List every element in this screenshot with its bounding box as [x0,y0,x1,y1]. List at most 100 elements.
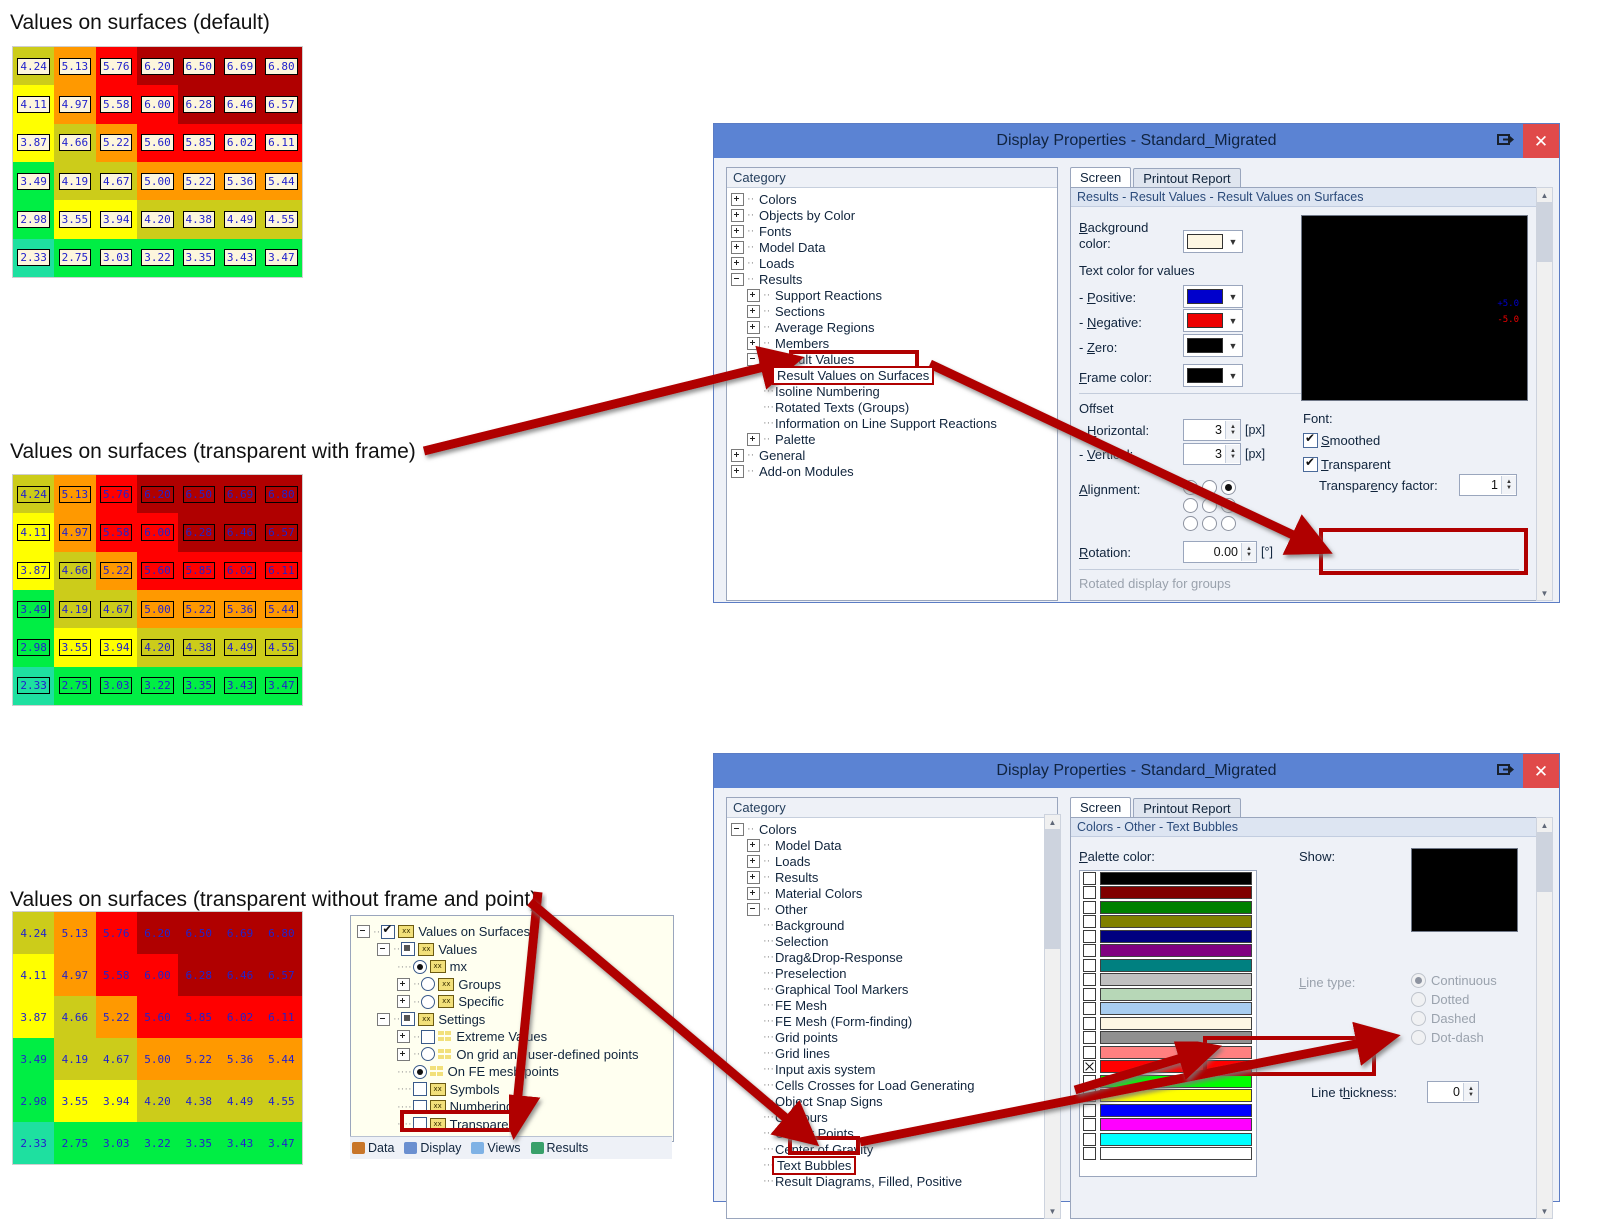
palette-row[interactable] [1080,1103,1256,1118]
palette-checkbox[interactable] [1083,901,1096,914]
tree-item[interactable]: ···Contours [731,1109,1057,1125]
navigator-row[interactable]: ··Extreme Values [357,1028,673,1046]
palette-swatch[interactable] [1100,886,1252,899]
tree-item[interactable]: ···Grid lines [731,1045,1057,1061]
tree-item[interactable]: ···Result Diagrams, Filled, Positive [731,1173,1057,1189]
palette-row[interactable] [1080,871,1256,886]
scrollbar-thumb[interactable] [1537,832,1552,892]
navigator-row[interactable]: ····xxSymbols [357,1081,673,1099]
expand-icon[interactable] [397,1048,410,1061]
alignment-radio-tr[interactable] [1221,480,1236,495]
palette-row[interactable] [1080,1118,1256,1133]
spinner-arrows-icon[interactable]: ▲▼ [1501,476,1516,494]
line-type-radio-continuous[interactable] [1411,973,1426,988]
tree-item[interactable]: ···Preselection [731,965,1057,981]
palette-checkbox[interactable] [1083,1002,1096,1015]
tree-item[interactable]: ··Colors [731,191,1057,207]
navigator-row[interactable]: ····xxmx [357,958,673,976]
tree-item[interactable]: ···Selection [731,933,1057,949]
palette-swatch[interactable] [1100,1089,1252,1102]
navigator-tab-data[interactable]: Data [350,1141,402,1155]
palette-checkbox[interactable] [1083,959,1096,972]
palette-checkbox[interactable] [1083,1060,1096,1073]
dialog1-panel-scrollbar[interactable]: ▲ ▼ [1536,187,1553,601]
tree-item[interactable]: ··Sections [731,303,1057,319]
palette-checkbox[interactable] [1083,930,1096,943]
expand-icon[interactable] [731,465,744,478]
tree-item[interactable]: ···Grid points [731,1029,1057,1045]
spinner-arrows-icon[interactable]: ▲▼ [1225,445,1240,463]
tree-item[interactable]: ···Center Points [731,1125,1057,1141]
expand-icon[interactable] [731,241,744,254]
collapse-icon[interactable] [747,353,760,366]
palette-row[interactable] [1080,929,1256,944]
restore-icon[interactable] [1497,132,1515,148]
tree-item[interactable]: ··Results [731,271,1057,287]
collapse-icon[interactable] [377,1013,390,1026]
palette-swatch[interactable] [1100,1118,1252,1131]
scrollbar-thumb[interactable] [1537,202,1552,262]
chevron-down-icon[interactable]: ▼ [1224,287,1242,306]
navigator-radio[interactable] [413,1065,427,1079]
expand-icon[interactable] [747,855,760,868]
background-color-combo[interactable]: ▼ [1183,230,1243,253]
spinner-arrows-icon[interactable]: ▲▼ [1225,421,1240,439]
palette-swatch[interactable] [1100,915,1252,928]
palette-row[interactable] [1080,987,1256,1002]
dialog2-panel-scrollbar[interactable]: ▲ ▼ [1536,817,1553,1219]
palette-checkbox[interactable] [1083,988,1096,1001]
tree-item[interactable]: ···Drag&Drop-Response [731,949,1057,965]
palette-swatch[interactable] [1100,930,1252,943]
dialog2-titlebar[interactable]: Display Properties - Standard_Migrated ✕ [714,754,1559,788]
line-type-radio-dot-dash[interactable] [1411,1030,1426,1045]
tree-item[interactable]: ··Model Data [731,837,1057,853]
dialog2-category-tree[interactable]: ··Colors··Model Data··Loads··Results··Ma… [727,818,1057,1189]
expand-icon[interactable] [731,449,744,462]
palette-swatch[interactable] [1100,1017,1252,1030]
spinner-arrows-icon[interactable]: ▲▼ [1241,543,1256,561]
tree-item[interactable]: ··Average Regions [731,319,1057,335]
navigator-row[interactable]: ··xxSettings [357,1011,673,1029]
palette-checkbox[interactable] [1083,1031,1096,1044]
restore-icon[interactable] [1497,762,1515,778]
chevron-down-icon[interactable]: ▼ [1224,366,1242,385]
tree-item[interactable]: ··Objects by Color [731,207,1057,223]
palette-swatch[interactable] [1100,988,1252,1001]
palette-row[interactable] [1080,1147,1256,1162]
expand-icon[interactable] [731,225,744,238]
navigator-radio[interactable] [421,1047,435,1061]
tree-item[interactable]: ··General [731,447,1057,463]
tree-item[interactable]: ··Loads [731,255,1057,271]
navigator-row[interactable]: ··xxSpecific [357,993,673,1011]
tree-item[interactable]: ··Support Reactions [731,287,1057,303]
navigator-row[interactable]: ··On grid and user-defined points [357,1046,673,1064]
palette-checkbox[interactable] [1083,973,1096,986]
palette-row[interactable] [1080,1132,1256,1147]
tree-item[interactable]: ··Results [731,869,1057,885]
alignment-radio-mc[interactable] [1202,498,1217,513]
alignment-radio-ml[interactable] [1183,498,1198,513]
navigator-row[interactable]: ··xxValues on Surfaces [357,923,673,941]
alignment-radio-tl[interactable] [1183,480,1198,495]
tree-item[interactable]: ···Input axis system [731,1061,1057,1077]
line-thickness-spinner[interactable]: 0 ▲▼ [1427,1081,1479,1103]
dialog2-category-pane[interactable]: Category ··Colors··Model Data··Loads··Re… [726,797,1058,1219]
navigator-checkbox[interactable] [381,925,395,939]
expand-icon[interactable] [747,305,760,318]
alignment-radio-br[interactable] [1221,516,1236,531]
palette-color-list[interactable] [1079,870,1257,1177]
navigator-tabs[interactable]: DataDisplayViewsResults [350,1136,672,1159]
expand-icon[interactable] [747,871,760,884]
tree-item[interactable]: ···Text Bubbles [731,1157,1057,1173]
collapse-icon[interactable] [377,943,390,956]
display-properties-dialog-2[interactable]: Display Properties - Standard_Migrated ✕… [713,753,1560,1202]
tree-item[interactable]: ···Isoline Numbering [731,383,1057,399]
spinner-arrows-icon[interactable]: ▲▼ [1463,1083,1478,1101]
alignment-radio-tc[interactable] [1202,480,1217,495]
expand-icon[interactable] [731,257,744,270]
palette-swatch[interactable] [1100,872,1252,885]
tree-item[interactable]: ···Background [731,917,1057,933]
palette-row[interactable] [1080,958,1256,973]
close-icon[interactable]: ✕ [1523,124,1559,158]
palette-swatch[interactable] [1100,944,1252,957]
